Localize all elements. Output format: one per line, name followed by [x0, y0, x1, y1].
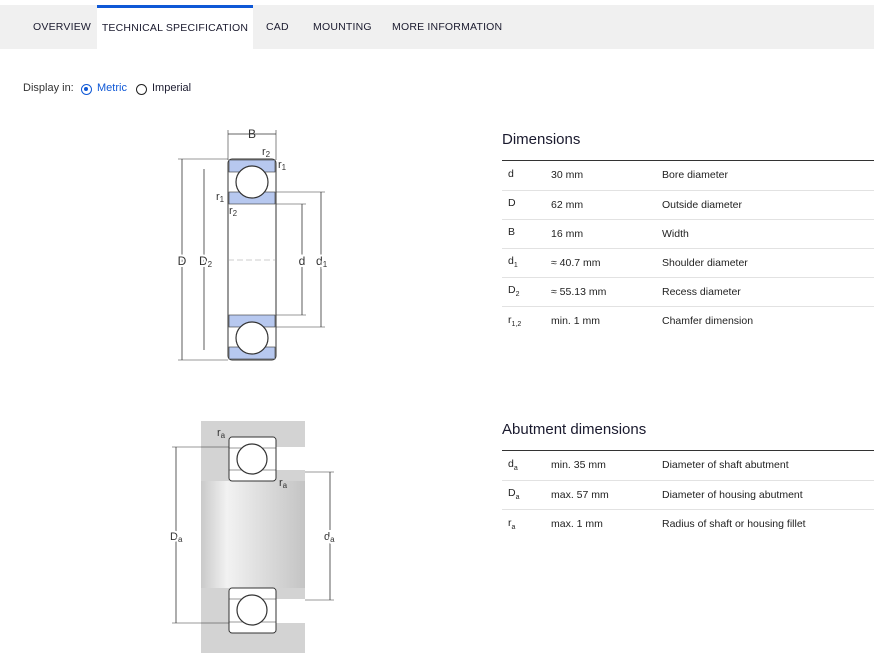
table-row: da min. 35 mm Diameter of shaft abutment — [502, 451, 874, 480]
label-ra-mid-sub: a — [283, 481, 288, 490]
description-cell: Recess diameter — [662, 285, 741, 298]
label-D2-sub: 2 — [208, 260, 213, 269]
svg-text:d1: d1 — [316, 254, 328, 269]
description-cell: Diameter of housing abutment — [662, 488, 803, 501]
symbol-cell: B — [508, 226, 516, 239]
symbol-cell: d — [508, 168, 514, 181]
imperial-radio-label[interactable]: Imperial — [152, 82, 191, 94]
dimensions-heading: Dimensions — [502, 131, 581, 148]
metric-radio[interactable] — [81, 84, 92, 95]
table-row: ra max. 1 mm Radius of shaft or housing fi… — [502, 509, 874, 538]
description-cell: Radius of shaft or housing fillet — [662, 517, 806, 530]
label-Da: D — [170, 531, 178, 543]
dimensions-table: d 30 mm Bore diameter D 62 mm Outside diamete… — [502, 161, 874, 335]
description-cell: Shoulder diameter — [662, 256, 748, 269]
value-cell: max. 57 mm — [551, 488, 609, 501]
tab-overview[interactable]: OVERVIEW — [33, 5, 91, 49]
label-d1: d — [316, 254, 323, 268]
description-cell: Width — [662, 227, 689, 240]
label-r2-mid-sub: 2 — [233, 209, 238, 218]
description-cell: Outside diameter — [662, 198, 742, 211]
imperial-radio[interactable] — [136, 84, 147, 95]
value-cell: ≈ 55.13 mm — [551, 285, 607, 298]
label-d1-sub: 1 — [323, 260, 328, 269]
label-d: d — [299, 254, 306, 268]
value-cell: 16 mm — [551, 227, 584, 240]
svg-text:da: da — [324, 531, 335, 544]
label-da-sub: a — [330, 535, 335, 544]
description-cell: Diameter of shaft abutment — [662, 459, 789, 472]
bearing-dimensions-diagram: B D D2 d d1 r2 r1 r1 r2 — [176, 127, 330, 361]
table-row: D 62 mm Outside diameter — [502, 190, 874, 219]
symbol-cell: ra — [508, 516, 516, 531]
svg-text:r2: r2 — [262, 146, 271, 159]
symbol-cell: D — [508, 197, 516, 210]
table-row: D2 ≈ 55.13 mm Recess diameter — [502, 277, 874, 306]
label-D2: D — [199, 254, 208, 268]
symbol-cell: Da — [508, 487, 520, 502]
table-row: Da max. 57 mm Diameter of housing abutment — [502, 480, 874, 509]
display-in-label: Display in: — [23, 82, 74, 94]
symbol-cell: d1 — [508, 255, 518, 270]
label-Da-sub: a — [178, 535, 183, 544]
table-row: r1,2 min. 1 mm Chamfer dimension — [502, 306, 874, 335]
abutment-table: da min. 35 mm Diameter of shaft abutment Da… — [502, 451, 874, 538]
tab-technical-specification[interactable]: TECHNICAL SPECIFICATION — [97, 5, 253, 49]
svg-text:r1: r1 — [216, 191, 225, 204]
label-D: D — [178, 254, 187, 268]
svg-text:r1: r1 — [278, 159, 287, 172]
label-r1-mid-sub: 1 — [220, 195, 225, 204]
value-cell: min. 35 mm — [551, 459, 606, 472]
tab-mounting[interactable]: MOUNTING — [313, 5, 372, 49]
label-ra-top-sub: a — [221, 431, 226, 440]
label-r2-top-sub: 2 — [266, 150, 271, 159]
tab-cad[interactable]: CAD — [266, 5, 289, 49]
tab-more-information[interactable]: MORE INFORMATION — [392, 5, 502, 49]
symbol-cell: da — [508, 458, 518, 473]
table-row: B 16 mm Width — [502, 219, 874, 248]
value-cell: max. 1 mm — [551, 517, 603, 530]
svg-text:Da: Da — [170, 531, 183, 544]
abutment-heading: Abutment dimensions — [502, 421, 647, 438]
label-B: B — [248, 127, 256, 141]
value-cell: 30 mm — [551, 169, 584, 182]
description-cell: Chamfer dimension — [662, 314, 754, 327]
symbol-cell: D2 — [508, 284, 520, 299]
value-cell: 62 mm — [551, 198, 584, 211]
table-row: d1 ≈ 40.7 mm Shoulder diameter — [502, 248, 874, 277]
label-r1-top-sub: 1 — [282, 163, 287, 172]
symbol-cell: r1,2 — [508, 313, 522, 328]
abutment-dimensions-diagram: Da da ra ra — [168, 421, 337, 653]
tab-bar: OVERVIEW TECHNICAL SPECIFICATION CAD MOU… — [0, 5, 874, 49]
description-cell: Bore diameter — [662, 169, 728, 182]
table-row: d 30 mm Bore diameter — [502, 161, 874, 190]
value-cell: min. 1 mm — [551, 314, 601, 327]
svg-text:D2: D2 — [199, 254, 213, 269]
metric-radio-label[interactable]: Metric — [97, 82, 127, 94]
value-cell: ≈ 40.7 mm — [551, 256, 601, 269]
